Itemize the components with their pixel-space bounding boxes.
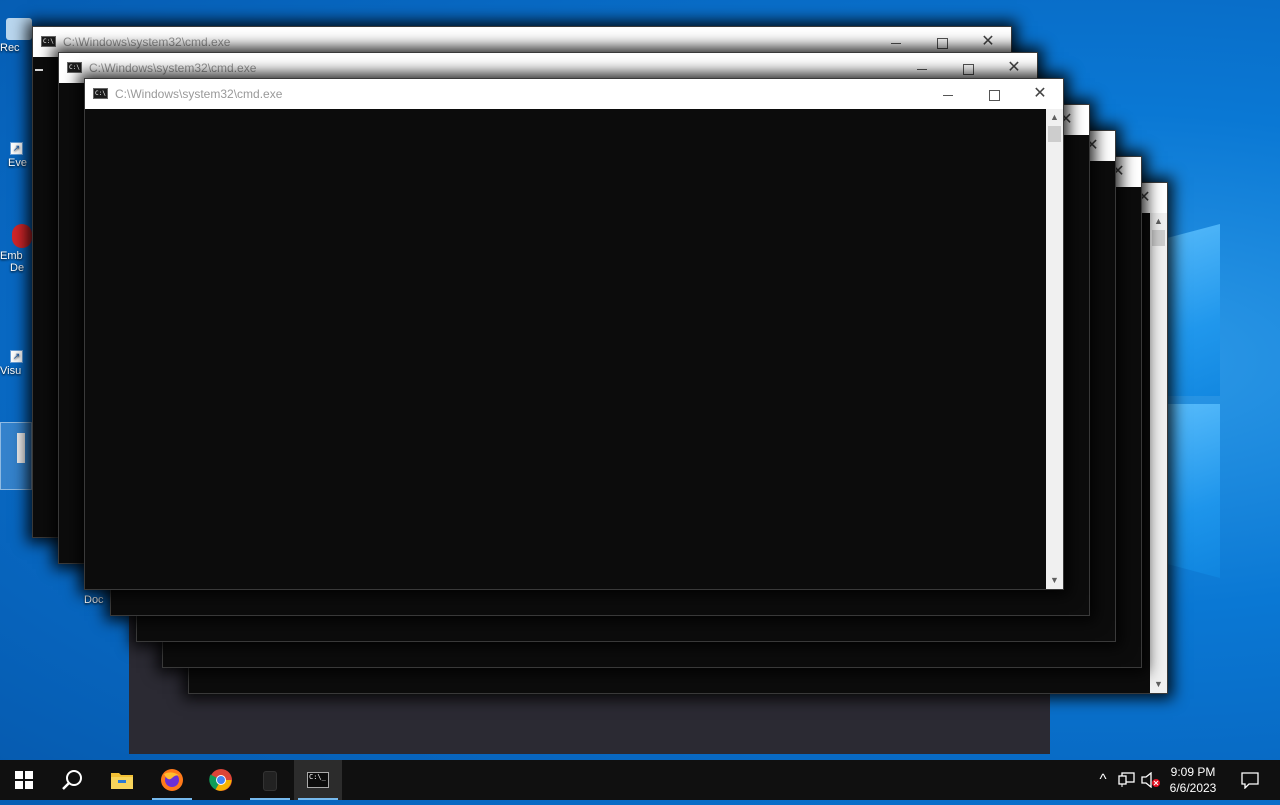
maximize-icon xyxy=(936,37,948,49)
desktop-icon-embarcadero[interactable]: Emb De xyxy=(0,224,34,274)
scroll-down-arrow-icon[interactable]: ▼ xyxy=(1046,572,1063,589)
cmd-icon: C:\ xyxy=(67,62,82,73)
maximize-icon xyxy=(988,89,1000,101)
network-icon[interactable] xyxy=(1116,760,1138,800)
window-title: C:\Windows\system32\cmd.exe xyxy=(89,61,257,75)
window-title: C:\Windows\system32\cmd.exe xyxy=(115,87,283,101)
desktop-icon-selected[interactable] xyxy=(0,422,32,490)
taskbar: C:\_ ^ 9:09 PM 6/6/2023 xyxy=(0,760,1280,800)
file-explorer-icon xyxy=(111,773,133,789)
clock-time: 9:09 PM xyxy=(1170,765,1216,779)
cmd-window-front[interactable]: C:\ C:\Windows\system32\cmd.exe ✕ ▲ ▼ xyxy=(85,79,1063,589)
desktop-icon-label: Rec xyxy=(0,42,20,54)
shortcut-arrow-icon: ↗ xyxy=(10,142,23,155)
maximize-icon xyxy=(962,63,974,75)
close-button[interactable]: ✕ xyxy=(1017,79,1063,109)
text-cursor xyxy=(35,69,43,71)
action-center-button[interactable] xyxy=(1232,760,1268,800)
desktop-icon-recycle-bin[interactable]: Rec xyxy=(0,18,34,54)
scroll-down-arrow-icon[interactable]: ▼ xyxy=(1150,676,1167,693)
desktop-icon-visual-studio[interactable]: ↗ Visu xyxy=(0,350,34,377)
desktop-icon-doc[interactable]: Doc xyxy=(84,594,114,606)
windows-start-icon xyxy=(15,771,33,789)
delphi-icon xyxy=(12,224,32,248)
taskbar-cmd[interactable]: C:\_ xyxy=(294,760,342,800)
vertical-scrollbar[interactable]: ▲ ▼ xyxy=(1046,109,1063,589)
cmd-icon: C:\_ xyxy=(307,772,329,788)
document-icon xyxy=(17,433,25,463)
chrome-icon xyxy=(209,769,232,791)
clock-date: 6/6/2023 xyxy=(1169,781,1217,795)
maximize-button[interactable] xyxy=(971,79,1017,109)
taskbar-file-explorer[interactable] xyxy=(98,760,146,800)
cmd-icon: C:\ xyxy=(41,36,56,47)
desktop-icon-label: Visu xyxy=(0,365,22,377)
scroll-up-arrow-icon[interactable]: ▲ xyxy=(1046,109,1063,126)
recycle-bin-icon xyxy=(6,18,32,40)
taskbar-unknown-app[interactable] xyxy=(246,760,294,800)
start-button[interactable] xyxy=(0,760,48,800)
windows-logo-pane-bottom xyxy=(1168,404,1220,578)
desktop-icon-label: Eve xyxy=(8,157,27,169)
minimize-icon xyxy=(943,94,953,96)
unknown-app-icon xyxy=(263,771,277,791)
firefox-icon xyxy=(161,769,183,791)
tray-chevron-button[interactable]: ^ xyxy=(1094,760,1112,800)
minimize-icon xyxy=(891,42,901,44)
cmd-icon: C:\ xyxy=(93,88,108,99)
search-button[interactable] xyxy=(48,760,96,800)
titlebar[interactable]: C:\ C:\Windows\system32\cmd.exe ✕ xyxy=(85,79,1063,109)
scroll-thumb[interactable] xyxy=(1152,230,1165,246)
scroll-up-arrow-icon[interactable]: ▲ xyxy=(1150,213,1167,230)
vertical-scrollbar[interactable]: ▲ ▼ xyxy=(1150,213,1167,693)
desktop-icon-label: De xyxy=(10,262,25,274)
search-icon xyxy=(62,770,82,790)
taskbar-chrome[interactable] xyxy=(197,760,245,800)
clock[interactable]: 9:09 PM 6/6/2023 xyxy=(1158,764,1228,796)
desktop-icon-label: Emb xyxy=(0,250,23,262)
scroll-thumb[interactable] xyxy=(1048,126,1061,142)
desktop-icon-event[interactable]: ↗ Eve xyxy=(0,142,34,169)
window-title: C:\Windows\system32\cmd.exe xyxy=(63,35,231,49)
minimize-icon xyxy=(917,68,927,70)
taskbar-firefox[interactable] xyxy=(148,760,196,800)
shortcut-arrow-icon: ↗ xyxy=(10,350,23,363)
minimize-button[interactable] xyxy=(925,79,971,109)
notification-icon xyxy=(1241,772,1259,790)
windows-logo-pane-top xyxy=(1168,224,1220,396)
console-output[interactable] xyxy=(85,109,1046,589)
desktop-icon-label: Doc xyxy=(84,594,104,606)
